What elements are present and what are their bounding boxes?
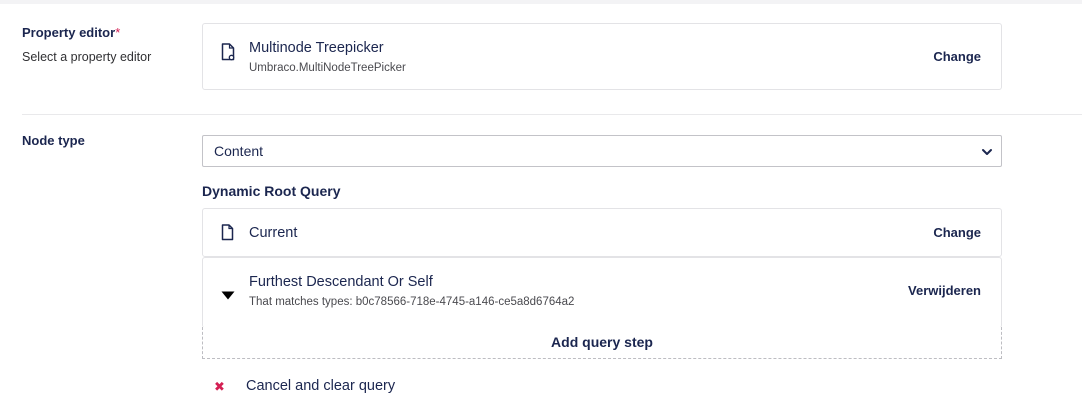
add-query-step-button[interactable]: Add query step: [202, 327, 1002, 359]
origin-label: Current: [249, 225, 298, 241]
row-divider: [22, 114, 1082, 115]
property-editor-description: Select a property editor: [22, 50, 152, 64]
document-icon: [221, 224, 234, 246]
property-editor-card[interactable]: Multinode Treepicker Umbraco.MultiNodeTr…: [202, 23, 1002, 90]
close-icon: ✖: [214, 379, 225, 394]
property-editor-label-text: Property editor: [22, 25, 116, 40]
query-step-label: Furthest Descendant Or Self: [249, 274, 433, 290]
property-editor-name: Multinode Treepicker: [249, 40, 384, 56]
node-type-select[interactable]: Content: [202, 135, 1002, 167]
change-origin-button[interactable]: Change: [933, 225, 981, 240]
query-step-detail: That matches types: b0c78566-718e-4745-a…: [249, 296, 575, 308]
remove-query-step-button[interactable]: Verwijderen: [908, 283, 981, 298]
node-type-selected-value: Content: [214, 143, 264, 159]
query-step-card[interactable]: Furthest Descendant Or Self That matches…: [202, 257, 1002, 328]
change-property-editor-button[interactable]: Change: [933, 49, 981, 64]
chevron-down-icon: [981, 145, 993, 163]
node-type-label: Node type: [22, 133, 85, 148]
dynamic-root-origin-card[interactable]: Current Change: [202, 208, 1002, 257]
required-marker: *: [115, 25, 121, 40]
settings-panel: Property editor* Select a property edito…: [0, 4, 1082, 408]
caret-down-icon[interactable]: [221, 287, 235, 305]
property-editor-label: Property editor*: [22, 25, 120, 40]
property-editor-alias: Umbraco.MultiNodeTreePicker: [249, 62, 406, 74]
document-settings-icon: [221, 43, 235, 66]
cancel-clear-query-label: Cancel and clear query: [246, 378, 396, 394]
dynamic-root-title: Dynamic Root Query: [202, 183, 341, 199]
